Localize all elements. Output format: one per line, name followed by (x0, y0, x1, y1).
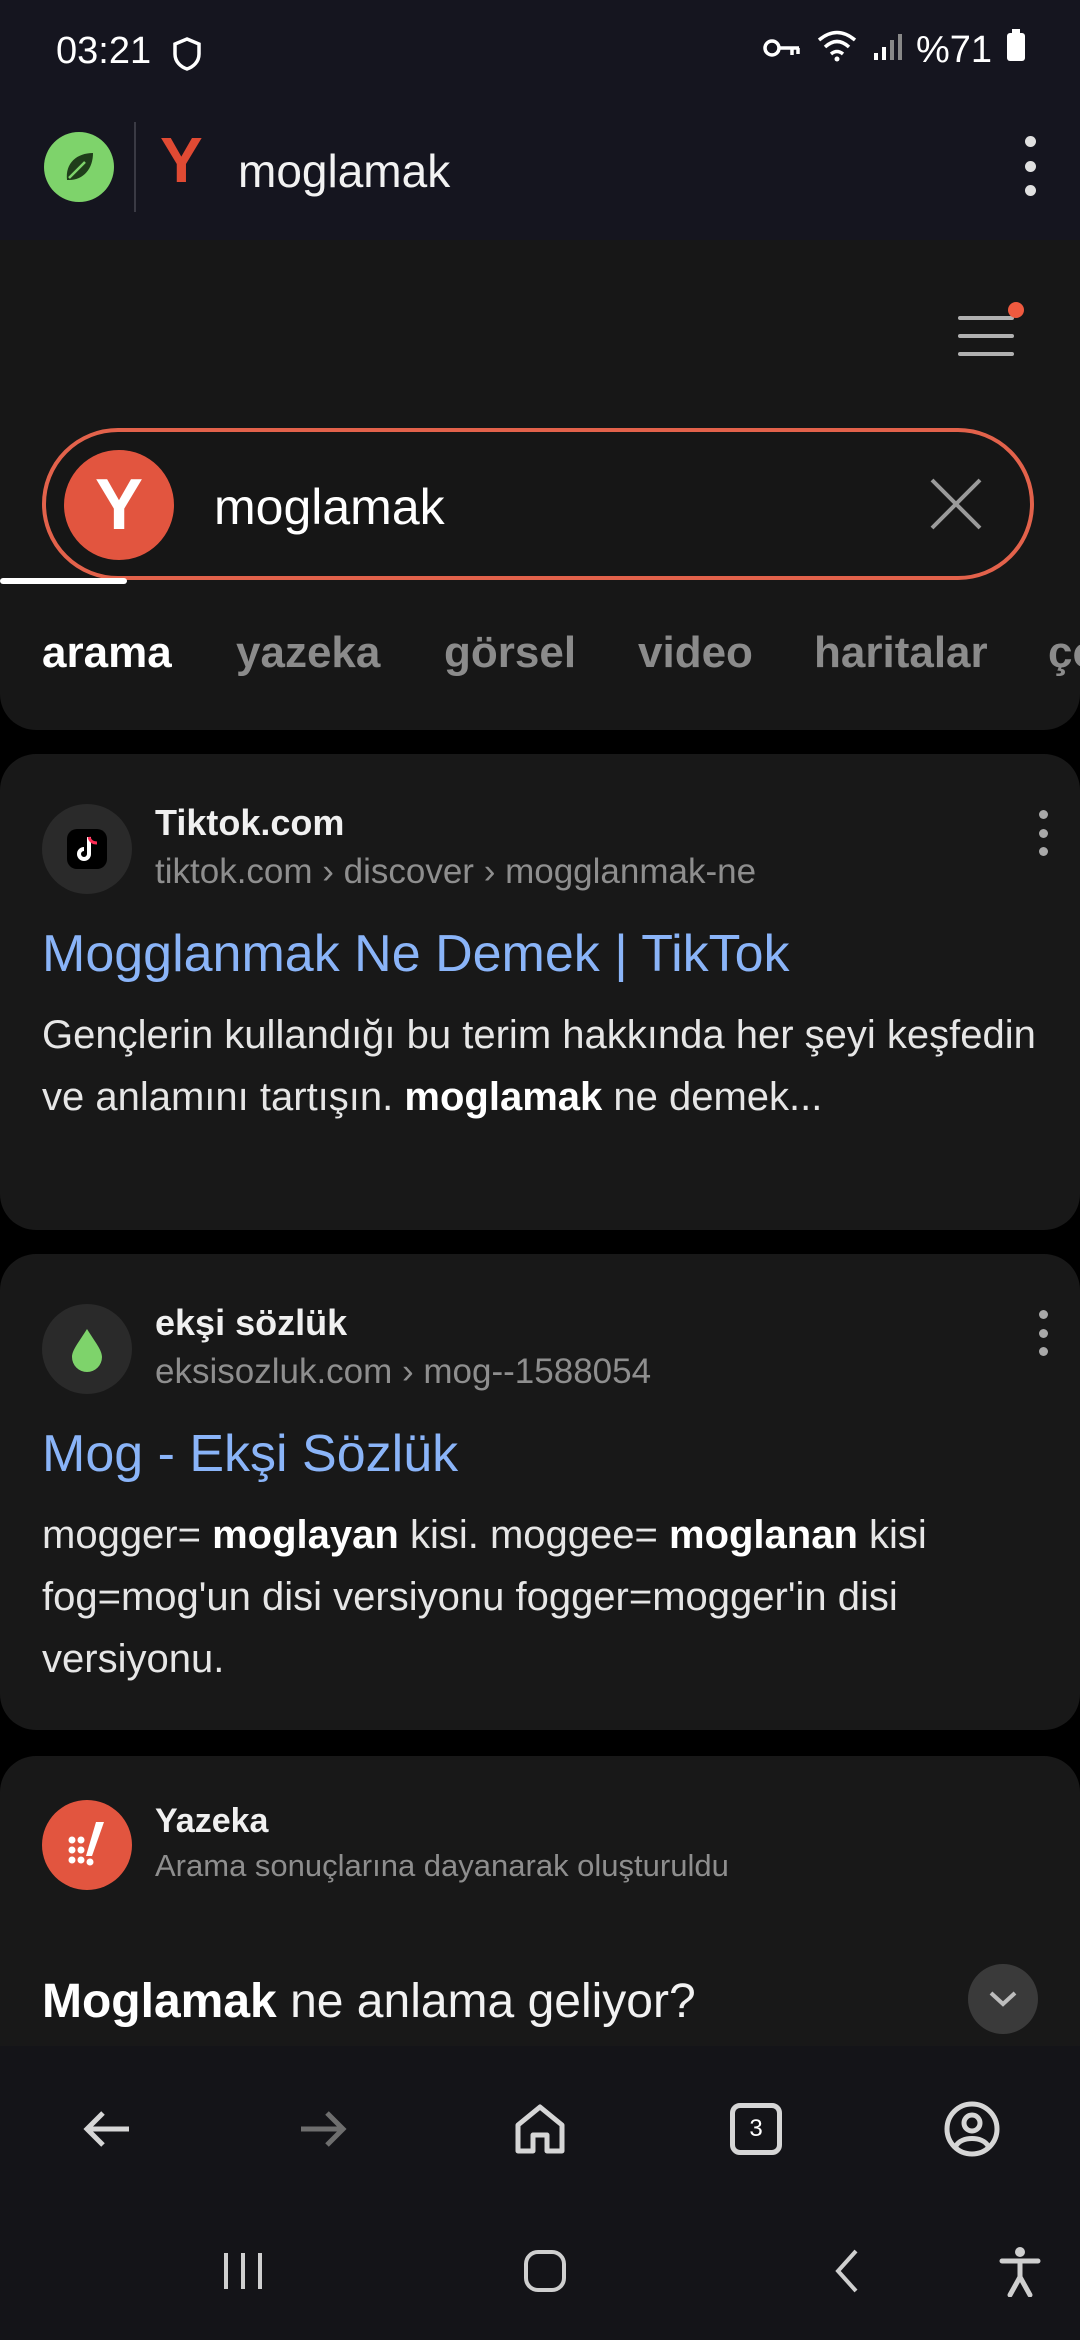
more-icon[interactable] (1010, 136, 1050, 196)
account-icon[interactable] (937, 2094, 1007, 2164)
tiktok-icon (42, 804, 132, 894)
result-site: ekşi sözlük (155, 1302, 348, 1343)
result-url[interactable]: tiktok.com › discover › mogglanmak-ne (155, 852, 756, 892)
search-header: Y moglamak arama yazeka görsel video har… (0, 240, 1080, 730)
yazeka-question[interactable]: Moglamak ne anlama geliyor? (42, 1974, 696, 2029)
leaf-icon[interactable] (44, 132, 114, 202)
wifi-icon (816, 28, 858, 72)
browser-bottom-nav: 3 (0, 2046, 1080, 2206)
snippet-bold: moglanan (669, 1513, 858, 1557)
close-icon[interactable] (928, 476, 984, 532)
shield-icon (172, 36, 202, 77)
back-icon[interactable] (72, 2094, 142, 2164)
result-title[interactable]: Mog - Ekşi Sözlük (42, 1424, 458, 1484)
more-icon[interactable] (1036, 810, 1050, 856)
more-icon[interactable] (1036, 1310, 1050, 1356)
active-tab-indicator (0, 578, 127, 584)
snippet-bold: moglamak (404, 1075, 603, 1119)
system-nav-bar (0, 2206, 1080, 2340)
home-icon[interactable] (505, 2094, 575, 2164)
tab-count: 3 (730, 2103, 782, 2155)
yazeka-icon (42, 1800, 132, 1890)
search-result: ekşi sözlük eksisozluk.com › mog--158805… (0, 1254, 1080, 1730)
tab-yazeka[interactable]: yazeka (236, 628, 380, 678)
result-title[interactable]: Mogglanmak Ne Demek | TikTok (42, 924, 790, 984)
yandex-logo-icon: Y (64, 450, 174, 560)
menu-icon[interactable] (958, 302, 1024, 362)
result-url[interactable]: eksisozluk.com › mog--1588054 (155, 1352, 651, 1392)
result-snippet: Gençlerin kullandığı bu terim hakkında h… (42, 1004, 1042, 1128)
result-site: Tiktok.com (155, 802, 345, 843)
address-bar[interactable]: moglamak (238, 144, 450, 198)
question-bold: Moglamak (42, 1975, 277, 2028)
tab-arama[interactable]: arama (42, 628, 172, 678)
drop-icon (42, 1304, 132, 1394)
snippet-text: mogger= (42, 1513, 201, 1557)
signal-icon (872, 29, 902, 72)
question-text: ne anlama geliyor? (290, 1975, 696, 2028)
yazeka-name: Yazeka (155, 1802, 269, 1840)
battery-text: %71 (915, 28, 992, 71)
toolbar-divider (134, 122, 136, 212)
tab-video[interactable]: video (638, 628, 753, 678)
tabs-icon[interactable]: 3 (721, 2094, 791, 2164)
recents-icon[interactable] (208, 2236, 278, 2306)
status-icons: %71 (762, 28, 1026, 72)
search-tabs: arama yazeka görsel video haritalar ço (42, 628, 1080, 728)
status-time: 03:21 (56, 30, 152, 72)
yandex-icon: Y (160, 124, 203, 196)
search-result: Tiktok.com tiktok.com › discover › moggl… (0, 754, 1080, 1230)
status-bar: 03:21 %71 (0, 0, 1080, 110)
battery-icon (1006, 28, 1026, 72)
browser-toolbar: Y moglamak (0, 110, 1080, 240)
system-back-icon[interactable] (812, 2236, 882, 2306)
tab-more[interactable]: ço (1048, 628, 1080, 678)
snippet-text: kisi. moggee= (409, 1513, 658, 1557)
yazeka-subtitle: Arama sonuçlarına dayanarak oluşturuldu (155, 1848, 729, 1883)
tab-gorsel[interactable]: görsel (444, 628, 576, 678)
accessibility-icon[interactable] (985, 2236, 1055, 2306)
tab-haritalar[interactable]: haritalar (814, 628, 988, 678)
chevron-down-icon[interactable] (968, 1964, 1038, 2034)
yazeka-card: Yazeka Arama sonuçlarına dayanarak oluşt… (0, 1756, 1080, 2046)
result-snippet: mogger= moglayan kisi. moggee= moglanan … (42, 1504, 1042, 1690)
search-query[interactable]: moglamak (214, 478, 445, 536)
system-home-icon[interactable] (510, 2236, 580, 2306)
key-icon (762, 29, 802, 72)
snippet-text: ne demek... (613, 1075, 823, 1119)
snippet-bold: moglayan (212, 1513, 399, 1557)
forward-icon[interactable] (288, 2094, 358, 2164)
notification-dot (1008, 302, 1024, 318)
search-input[interactable]: Y moglamak (42, 428, 1034, 580)
